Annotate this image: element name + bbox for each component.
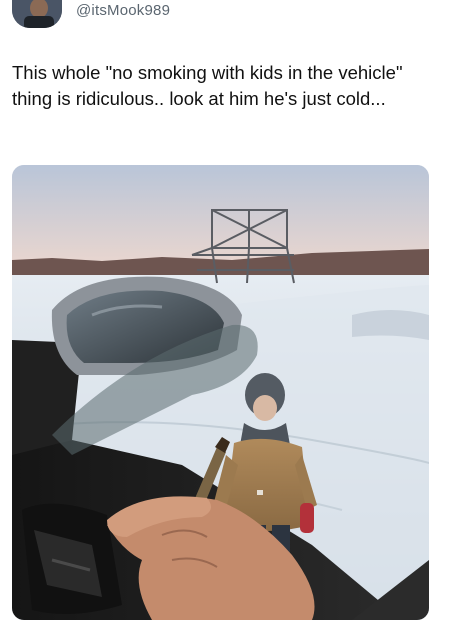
photo-icon: [12, 165, 429, 620]
tweet-post: @itsMook989 This whole "no smoking with …: [0, 0, 460, 623]
post-header: @itsMook989: [0, 0, 460, 30]
author-handle[interactable]: @itsMook989: [76, 2, 170, 19]
post-media[interactable]: [12, 165, 429, 620]
tweet-text: This whole "no smoking with kids in the …: [12, 62, 403, 109]
avatar-image: [12, 0, 62, 28]
avatar[interactable]: [12, 0, 62, 28]
